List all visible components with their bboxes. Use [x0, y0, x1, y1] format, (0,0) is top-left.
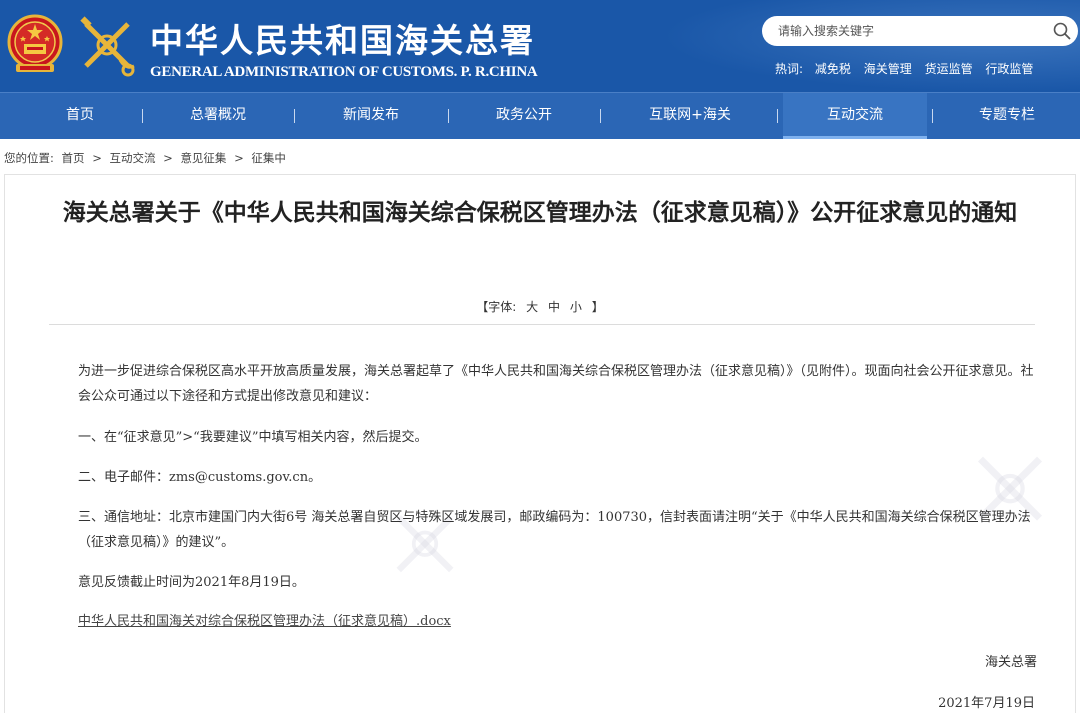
publish-date: 2021年7月19日 — [938, 696, 1035, 711]
breadcrumb: 您的位置: 首页 > 互动交流 > 意见征集 > 征集中 — [4, 150, 290, 166]
breadcrumb-prefix: 您的位置: — [4, 151, 54, 165]
national-emblem-icon — [7, 14, 63, 72]
method-paragraph-3: 三、通信地址：北京市建国门内大街6号 海关总署自贸区与特殊区域发展司，邮政编码为… — [78, 510, 1031, 550]
method-paragraph-1: 一、在“征求意见”>“我要建议”中填写相关内容，然后提交。 — [78, 430, 428, 445]
search-icon[interactable] — [1052, 21, 1072, 41]
hot-word-link[interactable]: 行政监管 — [985, 62, 1033, 76]
title-divider — [49, 324, 1035, 325]
font-size-large-button[interactable]: 大 — [526, 300, 538, 314]
article-panel: 海关总署关于《中华人民共和国海关综合保税区管理办法（征求意见稿）》公开征求意见的… — [4, 174, 1076, 713]
nav-separator — [448, 109, 449, 123]
site-header: 中华人民共和国海关总署 GENERAL ADMINISTRATION OF CU… — [0, 0, 1080, 92]
font-size-medium-button[interactable]: 中 — [548, 300, 560, 314]
article-title: 海关总署关于《中华人民共和国海关综合保税区管理办法（征求意见稿）》公开征求意见的… — [62, 200, 1018, 226]
site-subtitle: GENERAL ADMINISTRATION OF CUSTOMS. P. R.… — [150, 64, 538, 80]
hot-word-link[interactable]: 海关管理 — [864, 62, 912, 76]
intro-paragraph: 为进一步促进综合保税区高水平开放高质量发展，海关总署起草了《中华人民共和国海关综… — [78, 364, 1034, 404]
nav-separator — [600, 109, 601, 123]
signature: 海关总署 — [984, 655, 1037, 670]
breadcrumb-item[interactable]: 意见征集 — [180, 151, 226, 165]
breadcrumb-separator: > — [92, 151, 102, 165]
nav-separator — [932, 109, 933, 123]
customs-logo-icon — [80, 16, 135, 77]
font-size-small-button[interactable]: 小 — [570, 300, 582, 314]
nav-item-news[interactable]: 新闻发布 — [321, 93, 421, 139]
font-size-selector: 【字体: 大 中 小 】 — [5, 298, 1075, 315]
font-size-label: 【字体: — [476, 300, 517, 314]
nav-separator — [777, 109, 778, 123]
nav-item-overview[interactable]: 总署概况 — [168, 93, 268, 139]
hot-word-link[interactable]: 减免税 — [815, 62, 851, 76]
breadcrumb-separator: > — [234, 151, 244, 165]
breadcrumb-item[interactable]: 征集中 — [251, 151, 286, 165]
main-nav: 首页 总署概况 新闻发布 政务公开 互联网+海关 互动交流 专题专栏 — [0, 92, 1080, 139]
hot-words-label: 热词: — [775, 62, 804, 76]
breadcrumb-item[interactable]: 首页 — [62, 151, 85, 165]
nav-item-affairs[interactable]: 政务公开 — [474, 93, 574, 139]
nav-separator — [294, 109, 295, 123]
search-box — [762, 16, 1078, 46]
font-size-bracket: 】 — [591, 300, 604, 314]
hot-words: 热词: 减免税 海关管理 货运监管 行政监管 — [775, 60, 1042, 77]
nav-separator — [142, 109, 143, 123]
breadcrumb-item[interactable]: 互动交流 — [109, 151, 155, 165]
nav-item-home[interactable]: 首页 — [30, 93, 130, 139]
attachment-link[interactable]: 中华人民共和国海关对综合保税区管理办法（征求意见稿）.docx — [78, 610, 451, 629]
nav-item-interaction[interactable]: 互动交流 — [783, 93, 927, 139]
nav-item-internet-customs[interactable]: 互联网+海关 — [630, 93, 750, 139]
search-input[interactable] — [778, 16, 1048, 46]
breadcrumb-separator: > — [163, 151, 173, 165]
nav-item-topics[interactable]: 专题专栏 — [957, 93, 1057, 139]
deadline-paragraph: 意见反馈截止时间为2021年8月19日。 — [78, 575, 305, 590]
site-title: 中华人民共和国海关总署 — [150, 21, 535, 60]
hot-word-link[interactable]: 货运监管 — [925, 62, 973, 76]
method-paragraph-2: 二、电子邮件：zms@customs.gov.cn。 — [78, 470, 322, 485]
